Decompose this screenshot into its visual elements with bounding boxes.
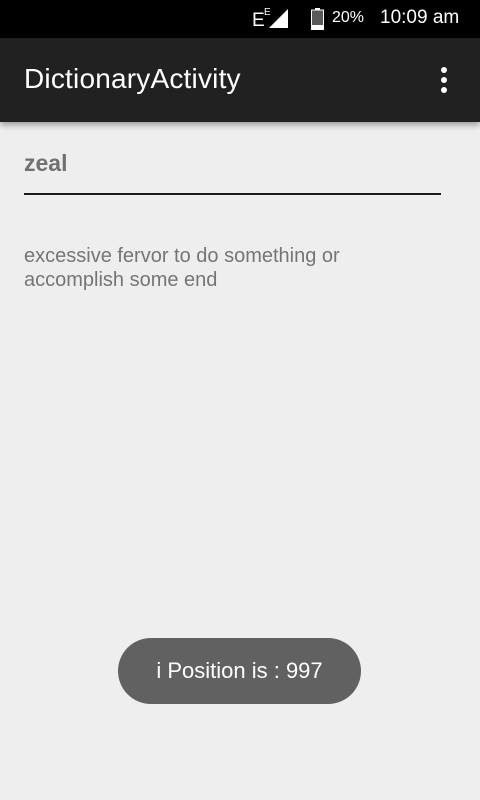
toast-message: i Position is : 997 — [118, 638, 361, 704]
signal-e-icon: E E — [252, 7, 288, 30]
overflow-dot — [441, 77, 447, 83]
battery-icon — [311, 8, 324, 30]
svg-text:E: E — [264, 7, 271, 18]
battery-percent: 20% — [332, 9, 365, 26]
word-input-underline — [24, 193, 441, 195]
more-vert-icon[interactable] — [430, 62, 458, 98]
word-input[interactable]: zeal — [24, 140, 441, 195]
app-bar: DictionaryActivity — [0, 38, 480, 122]
status-bar: E E 20% 10:09 am — [0, 0, 480, 38]
network-type-letter: E — [252, 10, 265, 30]
overflow-dot — [441, 87, 447, 93]
word-input-value: zeal — [24, 150, 68, 176]
definition-text: excessive fervor to do something or acco… — [24, 245, 340, 291]
page-title: DictionaryActivity — [24, 63, 241, 94]
overflow-dot — [441, 67, 447, 73]
clock: 10:09 am — [380, 7, 460, 28]
